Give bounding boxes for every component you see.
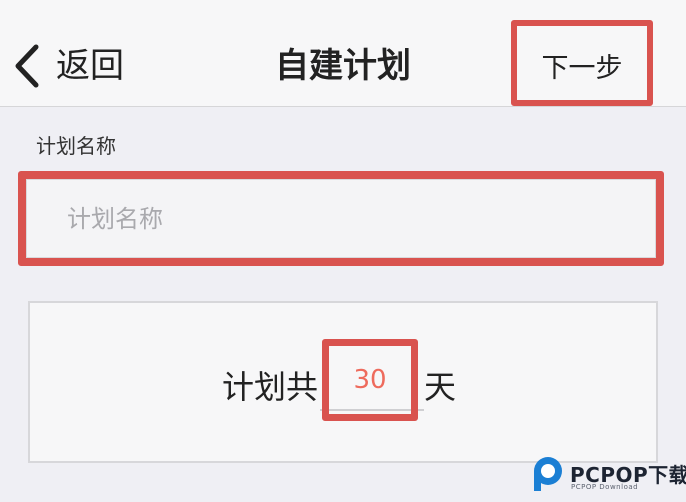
- watermark: PCPOP下载 PCPOP Download: [532, 455, 686, 495]
- next-step-button[interactable]: 下一步: [511, 20, 653, 106]
- plan-name-field: [26, 179, 656, 258]
- back-button[interactable]: 返回: [14, 42, 124, 90]
- plan-name-label: 计划名称: [36, 134, 116, 158]
- duration-suffix: 天: [424, 368, 457, 406]
- chevron-left-icon: [14, 44, 40, 88]
- days-input[interactable]: [329, 346, 411, 414]
- plan-name-input[interactable]: [67, 180, 627, 257]
- days-input-highlight: [322, 339, 418, 421]
- watermark-sub: PCPOP Download: [571, 483, 639, 491]
- plan-name-field-highlight: [18, 171, 664, 266]
- duration-prefix: 计划共: [222, 368, 319, 406]
- back-label: 返回: [56, 46, 124, 86]
- pcpop-logo-icon: [532, 455, 568, 491]
